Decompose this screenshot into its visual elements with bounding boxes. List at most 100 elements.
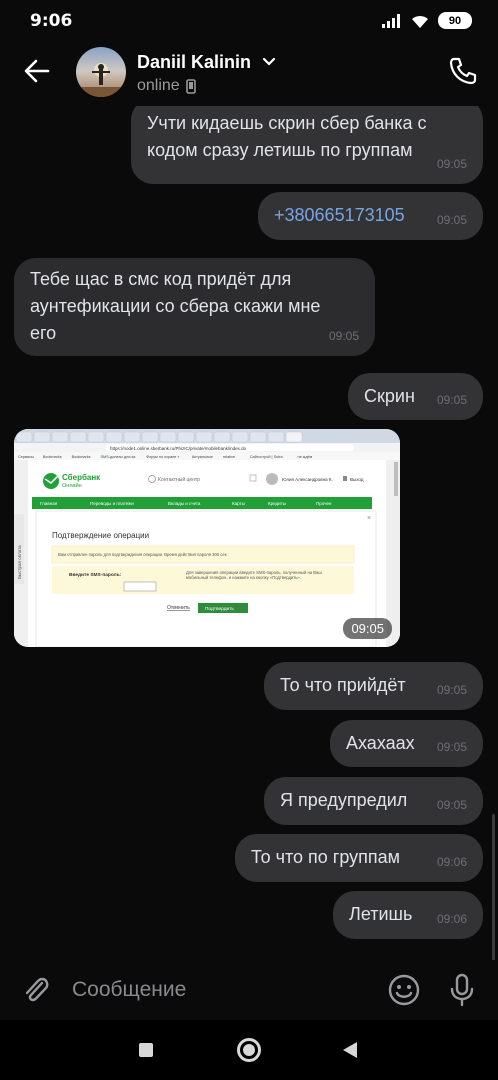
menu-item: Вклады и счета xyxy=(168,501,201,506)
browser-tab xyxy=(123,431,141,443)
system-back-button[interactable] xyxy=(343,1042,357,1058)
bookmark-item: Bookmarks xyxy=(72,455,91,459)
menu-item: Переводы и платежи xyxy=(90,501,134,506)
user-name: Юлия Александровна К. xyxy=(282,477,333,482)
browser-tab xyxy=(15,431,33,443)
message-bubble-outgoing[interactable]: То что по группам 09:06 xyxy=(235,834,483,882)
menu-item: Главная xyxy=(40,501,58,506)
menu-item: Кредиты xyxy=(268,501,286,506)
message-time: 09:05 xyxy=(436,393,467,407)
browser-tab xyxy=(177,431,195,443)
status-time: 9:06 xyxy=(30,11,73,31)
bookmark-item: Bookmarks xyxy=(43,455,62,459)
menu-item: Карты xyxy=(232,501,245,506)
signal-icon xyxy=(382,13,400,28)
message-text: То что прийдёт xyxy=(280,675,406,695)
chat-header: Daniil Kalinin online xyxy=(0,40,498,106)
phone-number-link[interactable]: +380665173105 xyxy=(274,202,437,229)
message-time: 09:06 xyxy=(436,912,467,926)
browser-tab xyxy=(213,431,231,443)
svg-text:×: × xyxy=(367,515,371,522)
message-time: 09:05 xyxy=(436,798,467,812)
contact-status: online xyxy=(137,77,196,95)
browser-url: https://node1.online.sberbank.ru/PhizIC/… xyxy=(110,446,247,451)
message-text: Скрин xyxy=(364,386,415,406)
message-bubble-outgoing[interactable]: Учти кидаешь скрин сбер банка с кодом ср… xyxy=(131,106,483,184)
cancel-link: Отменить xyxy=(167,605,190,611)
avatar[interactable] xyxy=(76,47,126,97)
message-time: 09:06 xyxy=(436,855,467,869)
message-list[interactable]: Учти кидаешь скрин сбер банка с кодом ср… xyxy=(0,106,498,960)
browser-tab xyxy=(105,431,123,443)
paperclip-icon[interactable] xyxy=(20,974,52,1006)
message-bubble-outgoing[interactable]: То что прийдёт 09:05 xyxy=(264,662,483,710)
message-text: Тебе щас в смс код придёт для аунтефикац… xyxy=(30,269,321,343)
contact-center-label: Контактный центр xyxy=(158,476,200,483)
battery-icon: 90 xyxy=(438,12,472,29)
contact-name[interactable]: Daniil Kalinin xyxy=(137,52,251,73)
message-bubble-outgoing[interactable]: Ахахаах 09:05 xyxy=(330,720,483,767)
browser-tab xyxy=(69,431,87,443)
status-bar: 9:06 90 xyxy=(0,0,498,40)
info-text: Вам отправлен пароль для подтверждения о… xyxy=(58,552,227,557)
message-text: То что по группам xyxy=(251,847,401,867)
browser-tab xyxy=(195,431,213,443)
status-icons: 90 xyxy=(382,12,472,29)
wifi-icon xyxy=(412,15,428,28)
message-time: 09:05 xyxy=(436,213,467,227)
message-text: Летишь xyxy=(349,904,413,924)
browser-tab xyxy=(231,431,249,443)
browser-tab xyxy=(33,431,51,443)
side-tab-label: Быстрая оплата xyxy=(17,545,22,579)
chat-scrollbar[interactable] xyxy=(492,814,495,960)
browser-tab xyxy=(267,431,285,443)
online-status-label: online xyxy=(137,77,180,94)
message-time: 09:05 xyxy=(328,329,359,343)
photo-time: 09:05 xyxy=(343,618,392,639)
photo-message[interactable]: https://node1.online.sberbank.ru/PhizIC/… xyxy=(14,429,400,647)
back-arrow-icon[interactable] xyxy=(20,54,54,88)
bank-sub: Онлайн xyxy=(62,482,82,489)
home-button[interactable] xyxy=(237,1038,261,1062)
recent-apps-button[interactable] xyxy=(139,1043,153,1057)
microphone-icon[interactable] xyxy=(447,972,477,1008)
sberbank-screenshot: https://node1.online.sberbank.ru/PhizIC/… xyxy=(14,429,400,647)
system-nav-bar xyxy=(0,1020,498,1080)
sberbank-logo xyxy=(43,473,59,489)
message-time: 09:05 xyxy=(436,157,467,171)
message-time: 09:05 xyxy=(436,740,467,754)
emoji-icon[interactable] xyxy=(387,973,421,1007)
message-bubble-outgoing[interactable]: +380665173105 09:05 xyxy=(258,192,483,240)
message-bubble-outgoing[interactable]: Я предупредил 09:05 xyxy=(264,777,483,825)
message-composer xyxy=(0,960,498,1020)
message-time: 09:05 xyxy=(436,683,467,697)
browser-tab xyxy=(249,431,267,443)
message-text: Ахахаах xyxy=(346,733,415,753)
message-bubble-outgoing[interactable]: Скрин 09:05 xyxy=(348,373,483,420)
browser-tab xyxy=(87,431,105,443)
mobile-device-icon xyxy=(185,78,196,94)
browser-tab xyxy=(285,431,303,443)
chevron-down-icon[interactable] xyxy=(262,57,276,67)
phone-call-icon[interactable] xyxy=(446,54,480,88)
browser-tab xyxy=(51,431,69,443)
bookmark-item: relative xyxy=(223,455,235,459)
message-bubble-outgoing[interactable]: Летишь 09:06 xyxy=(333,891,483,939)
message-text: Учти кидаешь скрин сбер банка с кодом ср… xyxy=(147,113,427,160)
message-bubble-incoming[interactable]: Тебе щас в смс код придёт для аунтефикац… xyxy=(14,258,375,356)
bookmark-item: Сайтострой | Sutra xyxy=(250,455,284,459)
confirm-button: Подтвердить xyxy=(205,606,234,612)
dialog-title: Подтверждение операции xyxy=(52,531,149,540)
bookmark-item: Сервисы xyxy=(18,455,34,459)
logout-link: Выход xyxy=(350,477,364,482)
avatar-photo xyxy=(76,63,126,97)
bookmark-item: Форум по охране т xyxy=(146,455,179,459)
sms-hint: Для завершения операции введите SMS-паро… xyxy=(186,570,322,580)
browser-tab xyxy=(141,431,159,443)
bookmark-item: SMS-донаты для ка xyxy=(101,455,137,459)
bookmark-item: ne ждём xyxy=(298,455,313,459)
menu-item: Прочее xyxy=(316,501,332,506)
sms-label: Введите SMS-пароль: xyxy=(69,572,122,578)
message-input[interactable] xyxy=(72,975,372,1005)
bookmark-item: Актуальные xyxy=(192,455,213,459)
